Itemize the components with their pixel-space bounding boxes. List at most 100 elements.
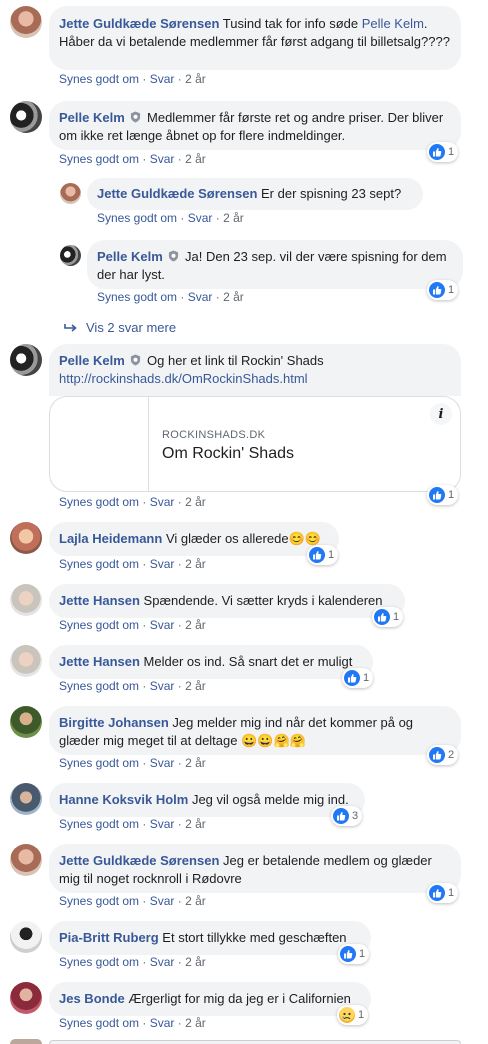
like-action[interactable]: Synes godt om (59, 955, 139, 969)
timestamp[interactable]: 2 år (185, 557, 206, 571)
comment-author[interactable]: Jette Hansen (59, 654, 140, 669)
reply-action[interactable]: Svar (150, 495, 175, 509)
avatar[interactable] (60, 183, 81, 204)
like-action[interactable]: Synes godt om (59, 679, 139, 693)
comment-bubble: Pelle Kelm Medlemmer får første ret og a… (49, 101, 461, 150)
reply-action[interactable]: Svar (150, 152, 175, 166)
timestamp[interactable]: 2 år (185, 756, 206, 770)
comment-author[interactable]: Jette Guldkæde Sørensen (97, 186, 257, 201)
reply-action[interactable]: Svar (188, 211, 213, 225)
timestamp[interactable]: 2 år (223, 211, 244, 225)
reaction-count[interactable]: 1 (372, 607, 404, 627)
reaction-count[interactable]: 2 (427, 745, 459, 765)
comment-input-partial[interactable] (49, 1040, 461, 1044)
comment-author[interactable]: Jette Hansen (59, 593, 140, 608)
comment-bubble: Jette Guldkæde Sørensen Er der spisning … (87, 178, 423, 210)
separator: · (177, 756, 182, 770)
timestamp[interactable]: 2 år (185, 152, 206, 166)
reply-action[interactable]: Svar (150, 1016, 175, 1030)
reaction-count[interactable]: 1 (427, 280, 459, 300)
link-preview-title[interactable]: Om Rockin' Shads (162, 445, 294, 463)
timestamp[interactable]: 2 år (185, 495, 206, 509)
like-action[interactable]: Synes godt om (59, 495, 139, 509)
reaction-count[interactable]: 1 (427, 883, 459, 903)
like-action[interactable]: Synes godt om (59, 152, 139, 166)
avatar[interactable] (10, 101, 42, 133)
reply-action[interactable]: Svar (150, 72, 175, 86)
comment-author[interactable]: Birgitte Johansen (59, 715, 169, 730)
reaction-count[interactable]: 3 (331, 806, 363, 826)
reply-action[interactable]: Svar (150, 557, 175, 571)
reply-action[interactable]: Svar (150, 679, 175, 693)
reaction-count[interactable]: 1 (337, 1005, 369, 1025)
like-icon (333, 808, 349, 824)
reply-action[interactable]: Svar (150, 955, 175, 969)
link-preview-card[interactable]: ROCKINSHADS.DK Om Rockin' Shads i (49, 396, 461, 492)
reaction-count[interactable]: 1 (307, 545, 339, 565)
separator: · (215, 290, 220, 304)
avatar[interactable] (10, 522, 42, 554)
avatar[interactable] (60, 245, 81, 266)
separator: · (177, 679, 182, 693)
avatar[interactable] (10, 921, 42, 953)
link-preview-thumbnail[interactable] (50, 397, 149, 491)
reaction-count[interactable]: 1 (427, 142, 459, 162)
timestamp[interactable]: 2 år (185, 618, 206, 632)
reply-action[interactable]: Svar (150, 618, 175, 632)
timestamp[interactable]: 2 år (185, 894, 206, 908)
comment-author[interactable]: Hanne Koksvik Holm (59, 792, 188, 807)
like-action[interactable]: Synes godt om (59, 894, 139, 908)
timestamp[interactable]: 2 år (185, 679, 206, 693)
reaction-count[interactable]: 1 (427, 485, 459, 505)
reaction-count[interactable]: 1 (338, 944, 370, 964)
comment-author[interactable]: Pelle Kelm (97, 249, 163, 264)
comment-author[interactable]: Lajla Heidemann (59, 531, 162, 546)
avatar[interactable] (10, 645, 42, 677)
separator: · (177, 557, 182, 571)
like-action[interactable]: Synes godt om (59, 618, 139, 632)
comment-author[interactable]: Jette Guldkæde Sørensen (59, 16, 219, 31)
more-replies-link[interactable]: Vis 2 svar mere (64, 320, 176, 335)
comment-author[interactable]: Pelle Kelm (59, 110, 125, 125)
avatar[interactable] (10, 344, 42, 376)
separator: · (142, 817, 147, 831)
reply-action[interactable]: Svar (150, 756, 175, 770)
info-icon[interactable]: i (430, 403, 452, 425)
avatar[interactable] (10, 783, 42, 815)
reply-action[interactable]: Svar (150, 817, 175, 831)
comment-author[interactable]: Jes Bonde (59, 991, 125, 1006)
timestamp[interactable]: 2 år (185, 955, 206, 969)
like-action[interactable]: Synes godt om (59, 756, 139, 770)
avatar[interactable] (10, 584, 42, 616)
timestamp[interactable]: 2 år (223, 290, 244, 304)
comment-actions: Synes godt om · Svar · 2 år (97, 211, 244, 225)
avatar[interactable] (10, 844, 42, 876)
like-action[interactable]: Synes godt om (97, 211, 177, 225)
reaction-number: 1 (393, 611, 400, 623)
timestamp[interactable]: 2 år (185, 72, 206, 86)
like-action[interactable]: Synes godt om (59, 557, 139, 571)
comment-author[interactable]: Pia-Britt Ruberg (59, 930, 159, 945)
avatar[interactable] (10, 982, 42, 1014)
like-action[interactable]: Synes godt om (59, 72, 139, 86)
mention-link[interactable]: Pelle Kelm (362, 16, 424, 31)
timestamp[interactable]: 2 år (185, 817, 206, 831)
timestamp[interactable]: 2 år (185, 1016, 206, 1030)
reaction-number: 2 (448, 749, 455, 761)
comment-author[interactable]: Jette Guldkæde Sørensen (59, 853, 219, 868)
like-action[interactable]: Synes godt om (97, 290, 177, 304)
next-comment-partial (10, 1039, 42, 1044)
reply-arrow-icon (64, 324, 77, 332)
avatar[interactable] (10, 6, 42, 38)
emoji: 😀😀🤗🤗 (241, 733, 306, 748)
like-action[interactable]: Synes godt om (59, 1016, 139, 1030)
reaction-number: 1 (448, 284, 455, 296)
comment-author[interactable]: Pelle Kelm (59, 353, 125, 368)
comment-url-link[interactable]: http://rockinshads.dk/OmRockinShads.html (59, 371, 308, 386)
avatar[interactable] (10, 706, 42, 738)
like-action[interactable]: Synes godt om (59, 817, 139, 831)
separator: · (142, 955, 147, 969)
reply-action[interactable]: Svar (150, 894, 175, 908)
reply-action[interactable]: Svar (188, 290, 213, 304)
reaction-count[interactable]: 1 (342, 668, 374, 688)
